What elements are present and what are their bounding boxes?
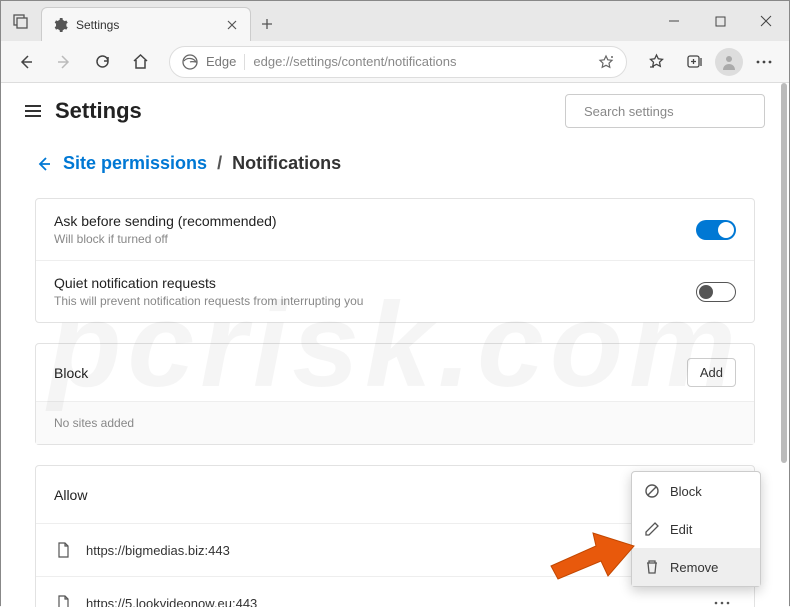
search-input[interactable] bbox=[584, 104, 760, 119]
allow-site-url: https://5.lookvideonow.eu:443 bbox=[86, 596, 694, 607]
browser-tab[interactable]: Settings bbox=[41, 7, 251, 41]
context-remove[interactable]: Remove bbox=[632, 548, 760, 586]
site-context-menu: Block Edit Remove bbox=[631, 471, 761, 587]
block-empty-text: No sites added bbox=[36, 401, 754, 444]
ask-toggle[interactable] bbox=[696, 220, 736, 240]
back-button[interactable] bbox=[9, 45, 43, 79]
more-menu-button[interactable] bbox=[747, 45, 781, 79]
block-section: Block Add No sites added bbox=[35, 343, 755, 445]
address-bar[interactable]: Edge edge://settings/content/notificatio… bbox=[169, 46, 627, 78]
quiet-subtitle: This will prevent notification requests … bbox=[54, 294, 363, 308]
divider bbox=[244, 54, 245, 70]
context-block[interactable]: Block bbox=[632, 472, 760, 510]
refresh-button[interactable] bbox=[85, 45, 119, 79]
trash-icon bbox=[644, 559, 660, 575]
ask-before-sending-row: Ask before sending (recommended) Will bl… bbox=[36, 199, 754, 260]
site-more-button[interactable] bbox=[708, 589, 736, 607]
new-tab-button[interactable] bbox=[251, 7, 283, 41]
favorites-button[interactable] bbox=[639, 45, 673, 79]
ask-title: Ask before sending (recommended) bbox=[54, 213, 277, 229]
browser-toolbar: Edge edge://settings/content/notificatio… bbox=[1, 41, 789, 83]
page-header: Settings bbox=[1, 83, 789, 139]
block-label: Block bbox=[54, 365, 88, 381]
tab-actions-icon[interactable] bbox=[1, 1, 41, 41]
quiet-requests-row: Quiet notification requests This will pr… bbox=[36, 260, 754, 322]
hamburger-icon[interactable] bbox=[25, 105, 41, 117]
gear-icon bbox=[52, 17, 68, 33]
vertical-scrollbar[interactable] bbox=[779, 83, 787, 607]
quiet-toggle[interactable] bbox=[696, 282, 736, 302]
quiet-title: Quiet notification requests bbox=[54, 275, 363, 291]
collections-button[interactable] bbox=[677, 45, 711, 79]
page-icon bbox=[54, 594, 72, 607]
block-icon bbox=[644, 483, 660, 499]
annotation-arrow bbox=[546, 521, 636, 581]
window-controls bbox=[651, 1, 789, 41]
forward-button[interactable] bbox=[47, 45, 81, 79]
ask-subtitle: Will block if turned off bbox=[54, 232, 277, 246]
context-block-label: Block bbox=[670, 484, 702, 499]
page-icon bbox=[54, 541, 72, 559]
breadcrumb-link[interactable]: Site permissions bbox=[63, 153, 207, 174]
breadcrumb-current: Notifications bbox=[232, 153, 341, 174]
profile-avatar[interactable] bbox=[715, 48, 743, 76]
context-edit-label: Edit bbox=[670, 522, 692, 537]
edit-icon bbox=[644, 521, 660, 537]
context-remove-label: Remove bbox=[670, 560, 718, 575]
search-settings-box[interactable] bbox=[565, 94, 765, 128]
tab-close-icon[interactable] bbox=[224, 17, 240, 33]
breadcrumb: Site permissions / Notifications bbox=[35, 153, 755, 174]
breadcrumb-separator: / bbox=[217, 153, 222, 174]
context-edit[interactable]: Edit bbox=[632, 510, 760, 548]
page-title: Settings bbox=[55, 98, 142, 124]
home-button[interactable] bbox=[123, 45, 157, 79]
allow-label: Allow bbox=[54, 487, 87, 503]
edge-logo-icon bbox=[182, 54, 198, 70]
maximize-button[interactable] bbox=[697, 1, 743, 41]
address-url: edge://settings/content/notifications bbox=[253, 54, 590, 69]
breadcrumb-back-icon[interactable] bbox=[35, 155, 53, 173]
address-prefix: Edge bbox=[206, 54, 236, 69]
settings-page: pcrisk.com Settings Site permissions / N… bbox=[1, 83, 789, 607]
minimize-button[interactable] bbox=[651, 1, 697, 41]
block-add-button[interactable]: Add bbox=[687, 358, 736, 387]
close-window-button[interactable] bbox=[743, 1, 789, 41]
notification-toggles-card: Ask before sending (recommended) Will bl… bbox=[35, 198, 755, 323]
window-titlebar: Settings bbox=[1, 1, 789, 41]
favorite-star-icon[interactable] bbox=[598, 54, 614, 70]
tab-label: Settings bbox=[76, 18, 216, 32]
